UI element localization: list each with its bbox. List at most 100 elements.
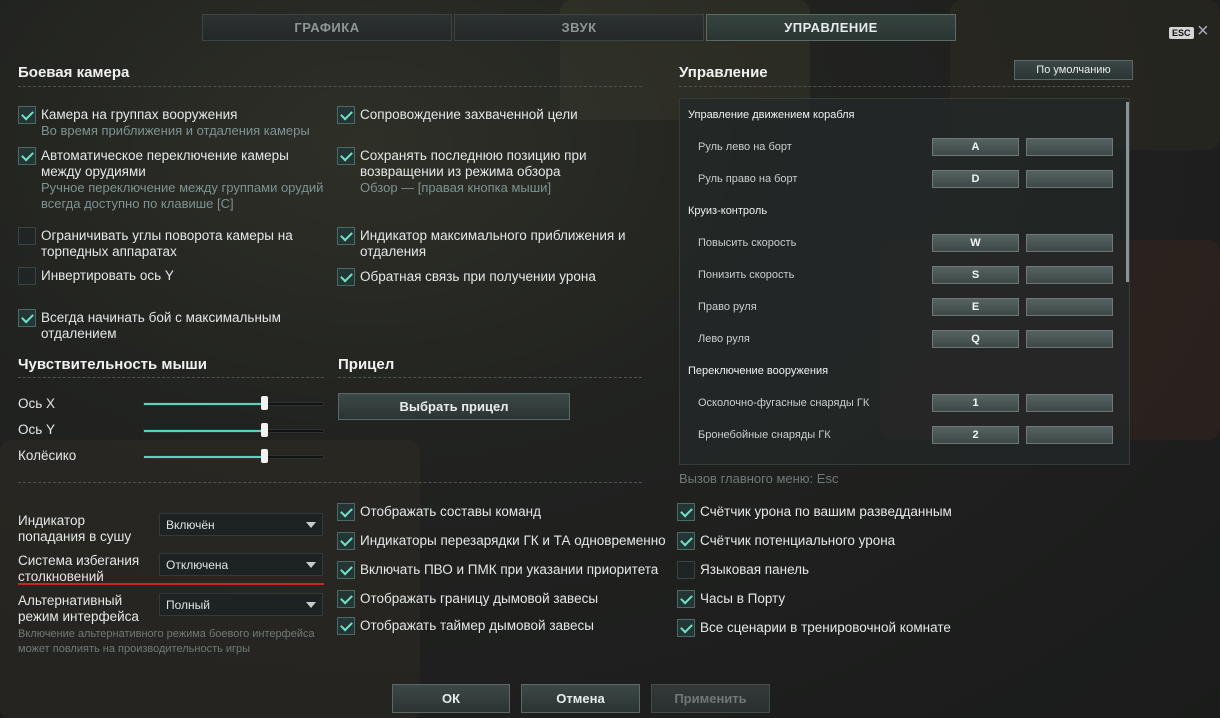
checkbox-icon[interactable] (18, 309, 36, 327)
checkbox-zoom-indicator[interactable]: Индикатор максимального приближения и от… (337, 227, 642, 260)
checkbox-invert-y[interactable]: Инвертировать ось Y (18, 267, 328, 285)
keybind-secondary[interactable] (1026, 330, 1113, 348)
checkbox-icon[interactable] (18, 227, 36, 245)
checkbox-icon[interactable] (337, 561, 355, 579)
keybind-label: Руль лево на борт (698, 141, 792, 153)
checkbox-label: Все сценарии в тренировочной комнате (700, 620, 951, 635)
checkbox-label: Камера на группах вооружения (41, 107, 238, 122)
checkbox-icon[interactable] (337, 617, 355, 635)
checkbox-label: Отображать границу дымовой завесы (360, 591, 599, 606)
checkbox-auto-camera-switch[interactable]: Автоматическое переключение камеры между… (18, 147, 328, 212)
select-value: Отключена (166, 558, 229, 572)
tab-graphics[interactable]: ГРАФИКА (202, 14, 452, 41)
keybind-secondary[interactable] (1026, 138, 1113, 156)
tab-sound[interactable]: ЗВУК (454, 14, 704, 41)
checkbox-camera-weapon-groups[interactable]: Камера на группах вооружения Во время пр… (18, 106, 328, 139)
keybind-primary[interactable]: 1 (932, 394, 1019, 412)
field-label-ground-hit: Индикатор попадания в сушу (18, 513, 132, 544)
checkbox-icon[interactable] (677, 590, 695, 608)
collision-avoidance-select[interactable]: Отключена (159, 553, 323, 576)
slider-handle[interactable] (260, 449, 268, 463)
checkbox-track-target[interactable]: Сопровождение захваченной цели (337, 106, 642, 124)
checkbox-label: Инвертировать ось Y (41, 268, 174, 283)
keybind-primary[interactable]: Q (932, 330, 1019, 348)
close-icon[interactable]: × (1197, 21, 1209, 41)
checkbox-damage-feedback[interactable]: Обратная связь при получении урона (337, 268, 642, 286)
keybind-primary[interactable]: E (932, 298, 1019, 316)
keybind-primary[interactable]: A (932, 138, 1019, 156)
checkbox-hint: Обзор — [правая кнопка мыши] (360, 180, 552, 195)
cancel-button[interactable]: Отмена (521, 684, 640, 713)
ok-button[interactable]: ОК (392, 684, 510, 713)
checkbox-potential-damage[interactable]: Счётчик потенциального урона (677, 532, 895, 550)
checkbox-icon[interactable] (337, 590, 355, 608)
keybind-secondary[interactable] (1026, 394, 1113, 412)
checkbox-icon[interactable] (18, 267, 36, 285)
slider-axis-x[interactable] (143, 396, 324, 410)
slider-handle[interactable] (260, 423, 268, 437)
checkbox-label: Обратная связь при получении урона (360, 269, 596, 284)
keybind-secondary[interactable] (1026, 170, 1113, 188)
keybind-primary[interactable]: S (932, 266, 1019, 284)
divider (679, 86, 1130, 87)
keybind-group-title: Управление движением корабля (688, 109, 855, 121)
apply-button[interactable]: Применить (651, 684, 770, 713)
sight-title: Прицел (338, 356, 395, 373)
keybind-label: Руль право на борт (698, 173, 798, 185)
interface-warning: Включение альтернативного режима боевого… (18, 628, 315, 655)
checkbox-icon[interactable] (677, 532, 695, 550)
checkbox-port-clock[interactable]: Часы в Порту (677, 590, 785, 608)
checkbox-icon[interactable] (337, 268, 355, 286)
checkbox-smoke-border[interactable]: Отображать границу дымовой завесы (337, 590, 598, 608)
divider (18, 377, 324, 378)
checkbox-icon[interactable] (337, 147, 355, 165)
alt-interface-select[interactable]: Полный (159, 593, 323, 616)
slider-axis-y[interactable] (143, 423, 324, 437)
select-value: Полный (166, 598, 210, 612)
keybind-secondary[interactable] (1026, 266, 1113, 284)
keybind-scrollbar[interactable] (1126, 102, 1129, 282)
slider-label-x: Ось X (18, 396, 56, 411)
choose-sight-button[interactable]: Выбрать прицел (338, 393, 570, 420)
checkbox-keep-overview-position[interactable]: Сохранять последнюю позицию при возвраще… (337, 147, 642, 196)
keybind-secondary[interactable] (1026, 298, 1113, 316)
keybind-primary[interactable]: 2 (932, 426, 1019, 444)
slider-wheel[interactable] (143, 449, 324, 463)
checkbox-scouting-damage[interactable]: Счётчик урона по вашим разведданным (677, 503, 952, 521)
checkbox-aa-priority[interactable]: Включать ПВО и ПМК при указании приорите… (337, 561, 658, 579)
checkbox-smoke-timer[interactable]: Отображать таймер дымовой завесы (337, 617, 594, 635)
checkbox-icon[interactable] (18, 106, 36, 124)
keybind-secondary[interactable] (1026, 234, 1113, 252)
select-value: Включён (166, 518, 215, 532)
checkbox-max-zoom-start[interactable]: Всегда начинать бой с максимальным отдал… (18, 309, 328, 342)
checkbox-icon[interactable] (337, 106, 355, 124)
checkbox-icon[interactable] (677, 561, 695, 579)
checkbox-training-scenarios[interactable]: Все сценарии в тренировочной комнате (677, 619, 951, 637)
checkbox-show-teams[interactable]: Отображать составы команд (337, 503, 541, 521)
checkbox-icon[interactable] (677, 503, 695, 521)
checkbox-icon[interactable] (18, 147, 36, 165)
keybind-secondary[interactable] (1026, 426, 1113, 444)
keybind-primary[interactable]: D (932, 170, 1019, 188)
slider-handle[interactable] (260, 396, 268, 410)
keybind-label: Лево руля (698, 333, 750, 345)
keybind-list[interactable]: Управление движением корабля Руль лево н… (679, 98, 1130, 465)
reset-defaults-button[interactable]: По умолчанию (1014, 60, 1133, 80)
checkbox-label: Часы в Порту (700, 591, 786, 606)
keybind-primary[interactable]: W (932, 234, 1019, 252)
checkbox-limit-torpedo-angles[interactable]: Ограничивать углы поворота камеры на тор… (18, 227, 328, 260)
checkbox-reload-indicators[interactable]: Индикаторы перезарядки ГК и ТА одновреме… (337, 532, 666, 550)
slider-fill (144, 403, 264, 405)
field-label-alt-interface: Альтернативный режим интерфейса (18, 593, 139, 624)
keybind-label: Повысить скорость (698, 237, 797, 249)
checkbox-label: Счётчик потенциального урона (700, 533, 896, 548)
checkbox-icon[interactable] (677, 619, 695, 637)
ground-hit-select[interactable]: Включён (159, 513, 323, 536)
checkbox-icon[interactable] (337, 503, 355, 521)
tab-controls[interactable]: УПРАВЛЕНИЕ (706, 14, 956, 41)
checkbox-language-panel[interactable]: Языковая панель (677, 561, 809, 579)
keybind-label: Бронебойные снаряды ГК (698, 429, 831, 441)
field-label-collision-avoidance: Система избегания столкновений (18, 553, 140, 584)
checkbox-icon[interactable] (337, 227, 355, 245)
checkbox-icon[interactable] (337, 532, 355, 550)
